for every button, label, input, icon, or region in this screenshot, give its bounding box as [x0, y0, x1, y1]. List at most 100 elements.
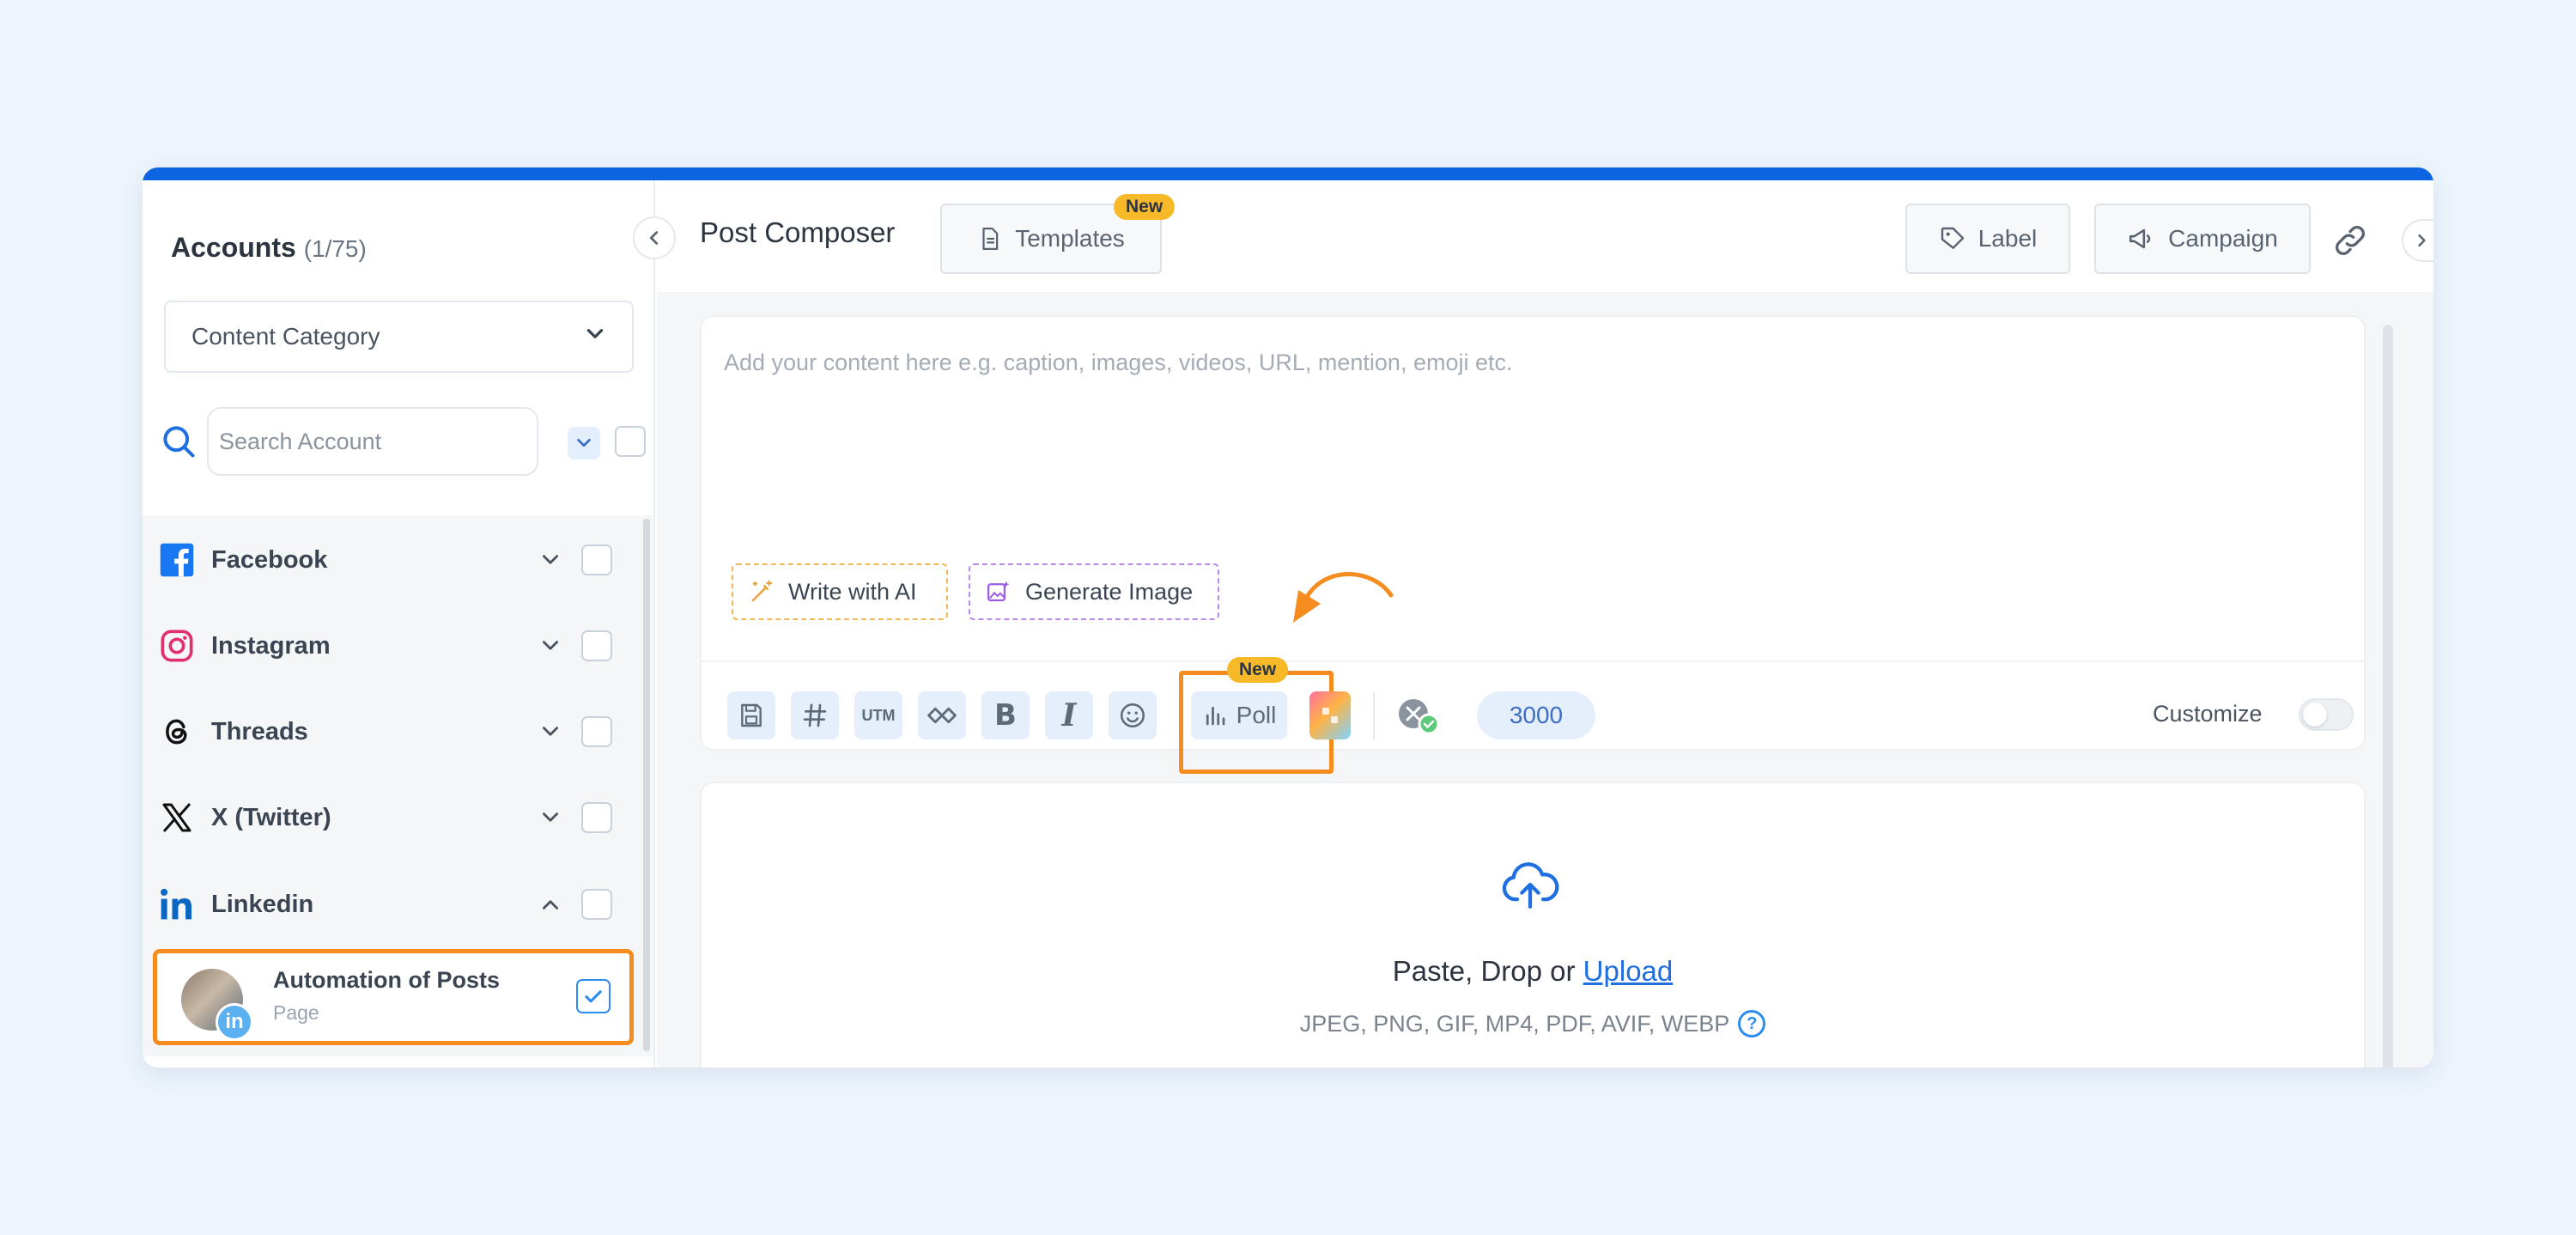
write-with-ai-label: Write with AI: [788, 578, 917, 605]
chevron-down-icon[interactable]: [538, 633, 563, 659]
canva-button[interactable]: [1309, 691, 1351, 739]
shortener-button[interactable]: [918, 691, 966, 739]
generate-image-button[interactable]: Generate Image: [969, 563, 1219, 620]
customize-toggle[interactable]: [2299, 698, 2354, 731]
chevron-down-icon[interactable]: [538, 547, 563, 573]
network-checkbox[interactable]: [581, 889, 612, 920]
chevron-up-icon[interactable]: [538, 891, 563, 917]
upload-prefix: Paste, Drop or: [1392, 955, 1583, 987]
x-verified-icon: [1399, 699, 1440, 735]
chevron-down-icon[interactable]: [538, 719, 563, 745]
composer-header: Post Composer Templates New Label Campai…: [657, 180, 2433, 292]
upload-link[interactable]: Upload: [1583, 955, 1674, 987]
content-category-select[interactable]: Content Category: [164, 301, 634, 373]
network-row-x-twitter[interactable]: X (Twitter): [143, 779, 641, 856]
network-label: X (Twitter): [211, 803, 331, 831]
toolbar-vertical-divider: [1373, 691, 1375, 739]
composer-main: Post Composer Templates New Label Campai…: [657, 180, 2433, 1068]
megaphone-icon: [2129, 228, 2151, 249]
write-with-ai-button[interactable]: Write with AI: [732, 563, 948, 620]
account-search-row: Search Account: [160, 407, 646, 476]
expand-right-panel-button[interactable]: [2402, 219, 2433, 262]
network-label: Threads: [211, 717, 308, 745]
label-button[interactable]: Label: [1905, 204, 2070, 274]
accounts-title: Accounts (1/75): [171, 232, 367, 264]
document-icon: [982, 228, 999, 250]
magic-wand-icon: [751, 580, 773, 602]
chevron-right-icon: [2418, 234, 2426, 247]
network-checkbox[interactable]: [581, 630, 612, 661]
image-sparkle-icon: [987, 581, 1010, 602]
upload-instructions: Paste, Drop or Upload: [702, 955, 2364, 988]
templates-label: Templates: [1015, 225, 1125, 252]
sidebar-scroll-thumb[interactable]: [643, 519, 650, 1051]
chevron-left-icon: [649, 231, 659, 245]
emoji-icon: [1120, 703, 1145, 728]
chevron-down-icon: [584, 323, 606, 351]
page-title: Post Composer: [700, 216, 896, 248]
check-icon: [585, 990, 602, 1003]
link-icon[interactable]: [2331, 222, 2369, 259]
cloud-upload-icon: [1500, 859, 1560, 910]
network-label: Linkedin: [211, 890, 314, 918]
formats-text: JPEG, PNG, GIF, MP4, PDF, AVIF, WEBP: [1299, 1010, 1730, 1037]
campaign-button-text: Campaign: [2168, 225, 2278, 252]
threads-icon: [158, 713, 196, 751]
supported-formats: JPEG, PNG, GIF, MP4, PDF, AVIF, WEBP ?: [702, 1010, 2364, 1037]
network-label: Facebook: [211, 545, 328, 574]
network-checkbox[interactable]: [581, 802, 612, 833]
save-draft-button[interactable]: [727, 691, 775, 739]
x-twitter-icon: [158, 799, 196, 837]
search-account-input[interactable]: Search Account: [207, 407, 538, 476]
expand-all-button[interactable]: [568, 427, 600, 459]
network-checkbox[interactable]: [581, 716, 612, 747]
campaign-button[interactable]: Campaign: [2094, 204, 2311, 274]
shortener-icon: [927, 707, 957, 724]
network-row-threads[interactable]: Threads: [143, 693, 641, 770]
italic-button[interactable]: I: [1045, 691, 1093, 739]
network-row-instagram[interactable]: Instagram: [143, 607, 641, 684]
main-scrollbar[interactable]: [2383, 325, 2393, 1068]
network-row-linkedin[interactable]: Linkedin: [143, 866, 641, 943]
account-name: Automation of Posts: [273, 967, 500, 993]
toolbar-divider: [702, 660, 2364, 662]
generate-image-label: Generate Image: [1025, 578, 1194, 605]
accounts-count: (1/75): [303, 235, 367, 262]
toggle-knob: [2303, 703, 2327, 727]
account-checkbox-checked[interactable]: [576, 979, 611, 1013]
account-item-selected[interactable]: in Automation of Posts Page: [153, 949, 634, 1045]
media-upload-area[interactable]: Paste, Drop or Upload JPEG, PNG, GIF, MP…: [700, 782, 2366, 1068]
hashtag-button[interactable]: [791, 691, 839, 739]
color-grid-icon: [1322, 708, 1338, 723]
account-type: Page: [273, 1001, 319, 1024]
collapse-sidebar-button[interactable]: [633, 216, 676, 259]
emoji-button[interactable]: [1109, 691, 1157, 739]
x-verified-toggle[interactable]: [1393, 691, 1444, 739]
editor-placeholder[interactable]: Add your content here e.g. caption, imag…: [724, 350, 1513, 376]
save-icon: [741, 703, 762, 727]
label-button-text: Label: [1978, 225, 2038, 252]
search-icon: [160, 423, 197, 460]
network-checkbox[interactable]: [581, 544, 612, 575]
facebook-icon: [158, 541, 196, 579]
select-all-checkbox[interactable]: [615, 426, 646, 457]
sidebar-scrollbar[interactable]: [641, 515, 653, 1056]
hashtag-icon: [803, 703, 827, 727]
character-count: 3000: [1477, 691, 1595, 739]
post-editor[interactable]: Add your content here e.g. caption, imag…: [700, 315, 2366, 774]
templates-new-badge: New: [1114, 194, 1176, 220]
accounts-title-text: Accounts: [171, 232, 296, 263]
network-label: Instagram: [211, 631, 331, 660]
network-row-facebook[interactable]: Facebook: [143, 521, 641, 599]
top-accent-bar: [143, 167, 2433, 180]
poll-new-badge: New: [1227, 657, 1289, 683]
tag-icon: [1941, 227, 1964, 249]
customize-label: Customize: [2153, 701, 2263, 727]
instagram-icon: [158, 627, 196, 665]
utm-button[interactable]: UTM: [854, 691, 902, 739]
linkedin-badge-icon: in: [216, 1003, 253, 1041]
linkedin-icon: [158, 885, 196, 923]
bold-button[interactable]: B: [981, 691, 1030, 739]
help-icon[interactable]: ?: [1738, 1010, 1766, 1037]
chevron-down-icon[interactable]: [538, 805, 563, 830]
